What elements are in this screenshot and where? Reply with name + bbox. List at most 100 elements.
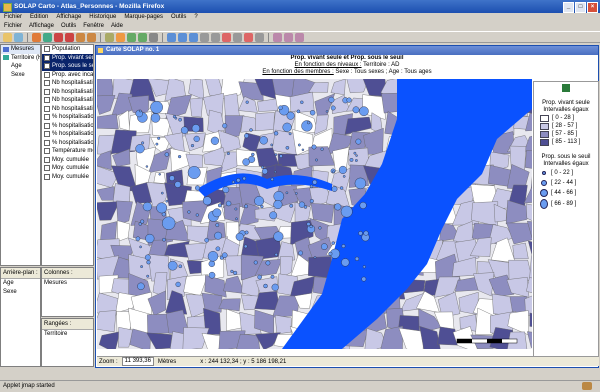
territory-polygon[interactable] <box>224 115 245 137</box>
swap-icon[interactable] <box>116 32 125 42</box>
population-bubble[interactable] <box>359 201 367 209</box>
app-menu-outils[interactable]: Outils <box>61 22 76 31</box>
population-bubble[interactable] <box>282 122 292 132</box>
population-bubble[interactable] <box>338 165 347 174</box>
territory-polygon[interactable] <box>97 95 116 115</box>
population-bubble[interactable] <box>210 136 220 145</box>
select-icon[interactable] <box>211 32 220 42</box>
population-bubble[interactable] <box>331 241 336 245</box>
territory-polygon[interactable] <box>97 113 119 130</box>
population-bubble[interactable] <box>331 186 338 192</box>
measure-item[interactable]: Moy. cumulée <box>42 164 93 173</box>
population-bubble[interactable] <box>174 116 178 120</box>
population-bubble[interactable] <box>202 196 212 206</box>
population-bubble[interactable] <box>222 186 230 194</box>
app-menu-fichier[interactable]: Fichier <box>4 22 22 31</box>
population-bubble[interactable] <box>339 186 344 190</box>
population-bubble[interactable] <box>286 111 295 120</box>
table-icon[interactable] <box>127 32 136 42</box>
population-bubble[interactable] <box>301 120 313 132</box>
population-bubble[interactable] <box>358 231 363 236</box>
checkbox[interactable] <box>44 114 50 121</box>
population-bubble[interactable] <box>257 274 262 280</box>
population-bubble[interactable] <box>244 204 249 209</box>
population-bubble[interactable] <box>263 283 268 289</box>
zoom-extent-icon[interactable] <box>189 32 198 42</box>
population-bubble[interactable] <box>145 233 155 244</box>
measure-item[interactable]: Nb hospitalisations <box>42 88 93 97</box>
dimension-item-territoire[interactable]: Territoire (H) <box>1 54 40 63</box>
choropleth-map[interactable] <box>97 79 532 349</box>
app-menu-aide[interactable]: Aide <box>111 22 123 31</box>
population-bubble[interactable] <box>242 158 250 166</box>
menu-marque-pages[interactable]: Marque-pages <box>124 13 163 22</box>
population-bubble[interactable] <box>156 202 168 214</box>
population-bubble[interactable] <box>273 170 277 174</box>
background-dim-item[interactable]: Age <box>1 279 40 288</box>
axis-icon[interactable] <box>32 32 41 42</box>
print-icon[interactable] <box>149 32 158 42</box>
style-icon[interactable] <box>284 32 293 42</box>
dimension-item-age[interactable]: Age <box>1 62 40 71</box>
population-bubble[interactable] <box>309 224 313 229</box>
population-bubble[interactable] <box>254 196 265 206</box>
checkbox[interactable] <box>44 131 50 138</box>
population-bubble[interactable] <box>158 173 161 176</box>
population-bubble[interactable] <box>157 136 161 140</box>
territory-polygon[interactable] <box>529 312 532 328</box>
checkbox[interactable] <box>44 165 50 172</box>
measure-item[interactable]: Prop. sous le seuil <box>42 62 93 71</box>
chart-icon[interactable] <box>138 32 147 42</box>
population-bubble[interactable] <box>139 109 142 113</box>
population-bubble[interactable] <box>234 207 238 211</box>
population-bubble[interactable] <box>289 203 294 208</box>
population-bubble[interactable] <box>178 264 183 269</box>
population-bubble[interactable] <box>309 199 314 204</box>
measure-item[interactable]: % hospitalisations <box>42 122 93 131</box>
population-bubble[interactable] <box>328 251 333 256</box>
population-bubble[interactable] <box>334 203 342 211</box>
population-bubble[interactable] <box>187 210 191 214</box>
measure-item[interactable]: % hospitalisations <box>42 113 93 122</box>
population-bubble[interactable] <box>215 246 221 252</box>
population-bubble[interactable] <box>354 159 358 162</box>
population-bubble[interactable] <box>340 205 353 218</box>
population-bubble[interactable] <box>297 143 301 147</box>
drill-down-icon[interactable] <box>54 32 63 42</box>
save-icon[interactable] <box>14 32 23 42</box>
population-bubble[interactable] <box>214 231 223 240</box>
dimension-item-mesures[interactable]: Mesures <box>1 45 40 54</box>
territory-polygon[interactable] <box>344 116 373 135</box>
population-bubble[interactable] <box>273 131 279 136</box>
checkbox[interactable] <box>44 105 50 112</box>
population-bubble[interactable] <box>325 110 329 113</box>
population-bubble[interactable] <box>230 269 234 273</box>
roll-up-icon[interactable] <box>76 32 85 42</box>
population-bubble[interactable] <box>204 237 209 243</box>
checkbox[interactable] <box>44 139 50 146</box>
population-bubble[interactable] <box>169 175 175 181</box>
population-bubble[interactable] <box>140 219 145 224</box>
population-bubble[interactable] <box>145 165 149 168</box>
checkbox[interactable] <box>44 80 50 87</box>
population-bubble[interactable] <box>135 144 145 154</box>
population-bubble[interactable] <box>218 203 222 208</box>
population-bubble[interactable] <box>231 180 235 184</box>
population-bubble[interactable] <box>269 211 278 220</box>
territory-polygon[interactable] <box>97 186 115 201</box>
population-bubble[interactable] <box>175 281 181 288</box>
population-bubble[interactable] <box>353 151 357 155</box>
population-bubble[interactable] <box>233 270 238 275</box>
measure-item[interactable]: Prop. avec incapacité <box>42 71 93 80</box>
population-bubble[interactable] <box>249 128 253 132</box>
measure-item[interactable]: Moy. cumulée <box>42 156 93 165</box>
population-bubble[interactable] <box>221 252 228 258</box>
population-bubble[interactable] <box>259 136 268 145</box>
row-dim-item[interactable]: Territoire <box>42 330 93 339</box>
measure-item[interactable]: Nb hospitalisations <box>42 105 93 114</box>
population-bubble[interactable] <box>261 165 265 169</box>
population-bubble[interactable] <box>207 251 219 262</box>
population-bubble[interactable] <box>265 260 271 266</box>
population-bubble[interactable] <box>177 154 182 159</box>
population-bubble[interactable] <box>363 230 369 236</box>
